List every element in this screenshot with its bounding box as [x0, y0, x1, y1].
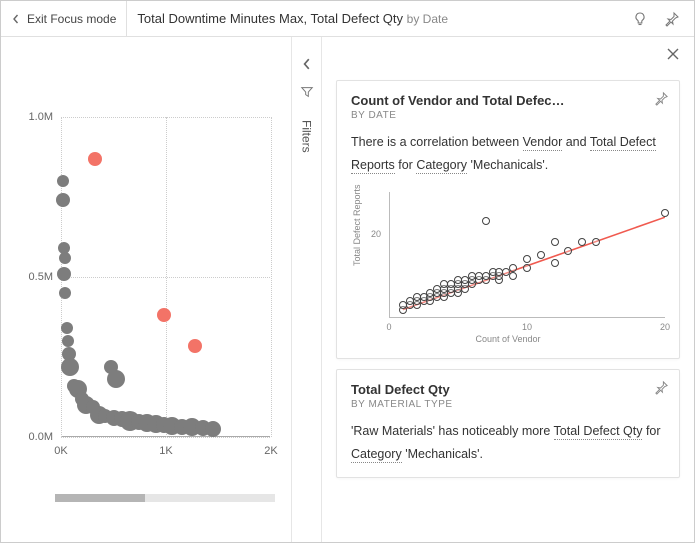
title-by: by Date [407, 12, 448, 26]
data-point[interactable] [523, 264, 531, 272]
insight-text: 'Raw Materials' has noticeably more Tota… [351, 420, 665, 465]
insight-title: Total Defect Qty [351, 382, 665, 397]
expand-filters-button[interactable] [301, 57, 313, 75]
pin-icon [654, 380, 669, 395]
pin-icon [654, 91, 669, 106]
data-point[interactable] [564, 247, 572, 255]
pin-icon[interactable] [660, 7, 684, 31]
data-point[interactable] [157, 308, 171, 322]
data-point[interactable] [188, 339, 202, 353]
insight-text: There is a correlation between Vendor an… [351, 131, 665, 176]
close-icon [666, 47, 680, 61]
horizontal-scrollbar[interactable] [55, 494, 275, 502]
scatter-chart[interactable]: 0K1K2K0.0M0.5M1.0M [1, 37, 291, 542]
lightbulb-icon[interactable] [628, 7, 652, 31]
title-main: Total Downtime Minutes Max, Total Defect… [137, 11, 403, 26]
filter-icon [300, 85, 314, 104]
data-point[interactable] [661, 209, 669, 217]
close-insights-button[interactable] [666, 48, 680, 65]
data-point[interactable] [523, 255, 531, 263]
data-point[interactable] [509, 272, 517, 280]
data-point[interactable] [592, 238, 600, 246]
insight-subtitle: BY MATERIAL TYPE [351, 399, 665, 410]
insight-card-1[interactable]: Count of Vendor and Total Defec… BY DATE… [336, 80, 680, 359]
data-point[interactable] [56, 193, 70, 207]
exit-focus-button[interactable]: Exit Focus mode [1, 1, 127, 36]
insight-card-2[interactable]: Total Defect Qty BY MATERIAL TYPE 'Raw M… [336, 369, 680, 478]
data-point[interactable] [107, 370, 125, 388]
mini-xlabel: Count of Vendor [475, 334, 540, 344]
data-point[interactable] [59, 287, 71, 299]
insight-subtitle: BY DATE [351, 110, 665, 121]
data-point[interactable] [61, 322, 73, 334]
filters-pane-collapsed: Filters [291, 37, 321, 542]
data-point[interactable] [61, 358, 79, 376]
page-title: Total Downtime Minutes Max, Total Defect… [127, 11, 628, 26]
pin-insight-button[interactable] [654, 91, 669, 111]
data-point[interactable] [59, 252, 71, 264]
mini-ylabel: Total Defect Reports [352, 184, 362, 266]
top-bar: Exit Focus mode Total Downtime Minutes M… [1, 1, 694, 37]
insights-pane: Count of Vendor and Total Defec… BY DATE… [321, 37, 694, 542]
main-visual-pane: 0K1K2K0.0M0.5M1.0M Filters [1, 37, 321, 542]
pin-insight-button[interactable] [654, 380, 669, 400]
data-point[interactable] [205, 421, 221, 437]
content: 0K1K2K0.0M0.5M1.0M Filters Count of V [1, 37, 694, 542]
data-point[interactable] [509, 264, 517, 272]
top-actions [628, 7, 694, 31]
chevron-left-icon [301, 58, 313, 70]
data-point[interactable] [551, 238, 559, 246]
insight-title: Count of Vendor and Total Defec… [351, 93, 665, 108]
filters-label: Filters [300, 120, 314, 153]
data-point[interactable] [62, 335, 74, 347]
data-point[interactable] [482, 217, 490, 225]
data-point[interactable] [551, 259, 559, 267]
insight-mini-chart: Total Defect Reports 2001020 Count of Ve… [351, 186, 665, 346]
exit-focus-label: Exit Focus mode [27, 12, 116, 26]
chevron-left-icon [11, 14, 21, 24]
data-point[interactable] [537, 251, 545, 259]
scatter-plot-area: 0K1K2K0.0M0.5M1.0M [61, 117, 271, 467]
data-point[interactable] [578, 238, 586, 246]
data-point[interactable] [57, 175, 69, 187]
data-point[interactable] [88, 152, 102, 166]
data-point[interactable] [57, 267, 71, 281]
